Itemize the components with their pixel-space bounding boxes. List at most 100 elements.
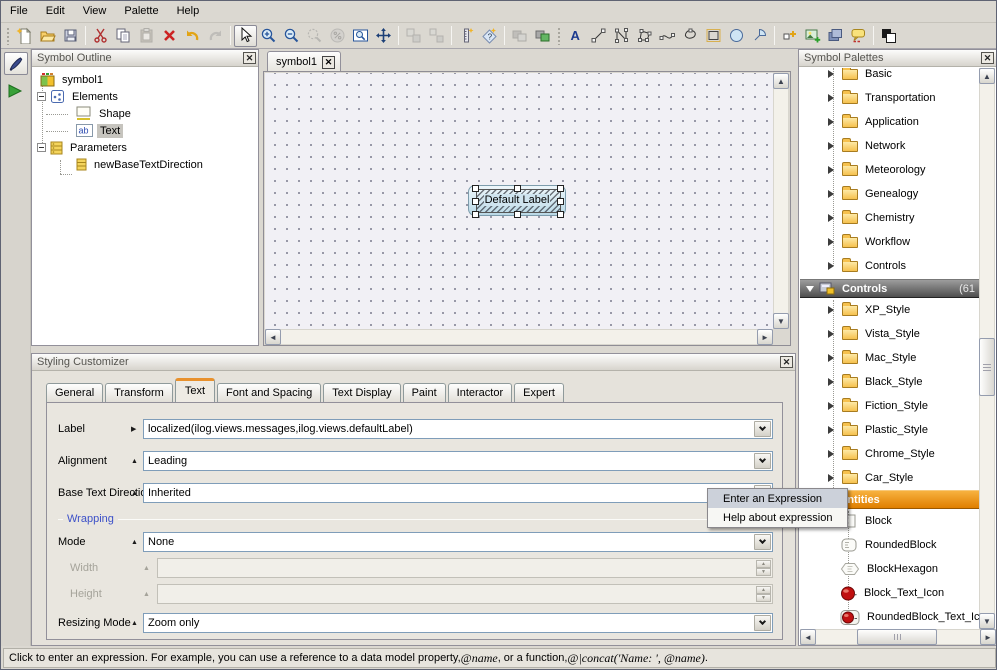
canvas-vscroll[interactable] <box>773 73 789 329</box>
expander-icon[interactable] <box>828 306 834 314</box>
vscroll-thumb[interactable] <box>979 338 995 396</box>
drawing-canvas[interactable]: Default Label <box>265 73 773 329</box>
polygon-tool-button[interactable] <box>633 25 656 47</box>
resize-handle[interactable] <box>514 211 521 218</box>
resize-handle[interactable] <box>557 185 564 192</box>
overview-button[interactable] <box>349 25 372 47</box>
resize-handle[interactable] <box>557 198 564 205</box>
palette-folder-transportation[interactable]: Transportation <box>800 86 979 110</box>
style-brush-button[interactable] <box>4 52 28 75</box>
tree-row-parameter1[interactable]: newBaseTextDirection <box>72 156 206 173</box>
zoom-out-button[interactable] <box>280 25 303 47</box>
scroll-up-icon[interactable]: ▲ <box>773 73 789 89</box>
scroll-right-icon[interactable]: ► <box>757 329 773 345</box>
tab-general[interactable]: General <box>46 383 103 402</box>
scroll-down-icon[interactable]: ▼ <box>773 313 789 329</box>
expander-icon[interactable] <box>828 262 834 270</box>
cut-button[interactable] <box>89 25 112 47</box>
menu-file[interactable]: File <box>1 1 37 22</box>
palette-folder-chrome-style[interactable]: Chrome_Style <box>800 442 979 466</box>
base-text-direction-combobox[interactable]: Inherited <box>143 483 773 503</box>
expander-icon[interactable] <box>828 354 834 362</box>
scroll-left-icon[interactable]: ◄ <box>800 629 816 645</box>
save-button[interactable] <box>59 25 82 47</box>
send-backward-button[interactable] <box>508 25 531 47</box>
toolbar-grip[interactable] <box>557 27 561 45</box>
tree-row-text[interactable]: ab Text <box>72 122 123 139</box>
resize-handle[interactable] <box>514 185 521 192</box>
add-point-button[interactable] <box>778 25 801 47</box>
palette-item-roundedblock-text-icon[interactable]: RoundedBlock_Text_Icon <box>800 605 979 629</box>
paste-button[interactable] <box>135 25 158 47</box>
menu-item-enter-an-expression[interactable]: Enter an Expression <box>708 489 847 508</box>
resizing-mode-combobox[interactable]: Zoom only <box>143 613 773 633</box>
tab-text[interactable]: Text <box>175 378 215 402</box>
palette-folder-xp-style[interactable]: XP_Style <box>800 298 979 322</box>
redo-button[interactable] <box>204 25 227 47</box>
tab-transform[interactable]: Transform <box>105 383 173 402</box>
collapse-arrow-icon[interactable]: ▲ <box>131 458 138 465</box>
palette-folder-application[interactable]: Application <box>800 110 979 134</box>
default-label-element[interactable]: Default Label <box>468 185 566 216</box>
tab-close-icon[interactable]: ✕ <box>322 56 335 69</box>
ungroup-button[interactable] <box>425 25 448 47</box>
palette-folder-fiction-style[interactable]: Fiction_Style <box>800 394 979 418</box>
palette-item-block-text-icon[interactable]: Block_Text_Icon <box>800 581 979 605</box>
palette-folder-car-style[interactable]: Car_Style <box>800 466 979 490</box>
expander-icon[interactable] <box>828 214 834 222</box>
palette-folder-workflow[interactable]: Workflow <box>800 230 979 254</box>
expander-icon[interactable] <box>828 166 834 174</box>
copy-button[interactable] <box>112 25 135 47</box>
undo-button[interactable] <box>181 25 204 47</box>
menu-item-help-about-expression[interactable]: Help about expression <box>708 508 847 527</box>
menu-palette[interactable]: Palette <box>115 1 167 22</box>
snap-button[interactable] <box>455 25 478 47</box>
tab-expert[interactable]: Expert <box>514 383 564 402</box>
tree-row-symbol1[interactable]: symbol1 <box>36 71 106 88</box>
annotation-button[interactable] <box>847 25 870 47</box>
expander-icon[interactable] <box>828 70 834 78</box>
scroll-left-icon[interactable]: ◄ <box>265 329 281 345</box>
menu-view[interactable]: View <box>74 1 116 22</box>
symbol-palettes-titlebar[interactable]: Symbol Palettes ✕ <box>799 50 996 67</box>
resize-handle[interactable] <box>472 198 479 205</box>
palette-folder-genealogy[interactable]: Genealogy <box>800 182 979 206</box>
tree-row-shape[interactable]: Shape <box>72 105 134 122</box>
arc-tool-button[interactable] <box>748 25 771 47</box>
select-button[interactable] <box>234 25 257 47</box>
close-icon[interactable]: ✕ <box>780 356 793 368</box>
scroll-down-icon[interactable]: ▼ <box>979 613 995 629</box>
close-icon[interactable]: ✕ <box>981 52 994 64</box>
palette-item-blockhexagon[interactable]: BlockHexagon <box>800 557 979 581</box>
zoom-percent-button[interactable] <box>326 25 349 47</box>
zoom-area-button[interactable] <box>303 25 326 47</box>
hscroll-thumb[interactable] <box>857 629 937 645</box>
symbol-outline-titlebar[interactable]: Symbol Outline ✕ <box>32 50 258 67</box>
tab-font-and-spacing[interactable]: Font and Spacing <box>217 383 321 402</box>
expander-icon[interactable] <box>828 378 834 386</box>
collapse-arrow-icon[interactable]: ▲ <box>131 620 138 627</box>
query-mode-button[interactable]: ? <box>478 25 501 47</box>
expander-icon[interactable] <box>828 238 834 246</box>
close-icon[interactable]: ✕ <box>243 52 256 64</box>
palette-item-roundedblock[interactable]: RoundedBlock <box>800 533 979 557</box>
closed-curve-tool-button[interactable] <box>679 25 702 47</box>
ellipse-tool-button[interactable] <box>725 25 748 47</box>
palette-folder-black-style[interactable]: Black_Style <box>800 370 979 394</box>
tab-interactor[interactable]: Interactor <box>448 383 512 402</box>
tree-row-elements[interactable]: Elements <box>37 88 121 105</box>
alignment-combobox[interactable]: Leading <box>143 451 773 471</box>
line-tool-button[interactable] <box>587 25 610 47</box>
pan-button[interactable] <box>372 25 395 47</box>
toolbar-grip[interactable] <box>6 27 10 45</box>
chevron-down-icon[interactable] <box>754 534 771 550</box>
curve-tool-button[interactable] <box>656 25 679 47</box>
expander-icon[interactable] <box>828 142 834 150</box>
expander-icon[interactable] <box>828 450 834 458</box>
add-image-button[interactable] <box>801 25 824 47</box>
polyline-tool-button[interactable] <box>610 25 633 47</box>
menu-edit[interactable]: Edit <box>37 1 74 22</box>
chevron-down-icon[interactable] <box>754 421 771 437</box>
palette-folder-mac-style[interactable]: Mac_Style <box>800 346 979 370</box>
scroll-right-icon[interactable]: ► <box>980 629 996 645</box>
